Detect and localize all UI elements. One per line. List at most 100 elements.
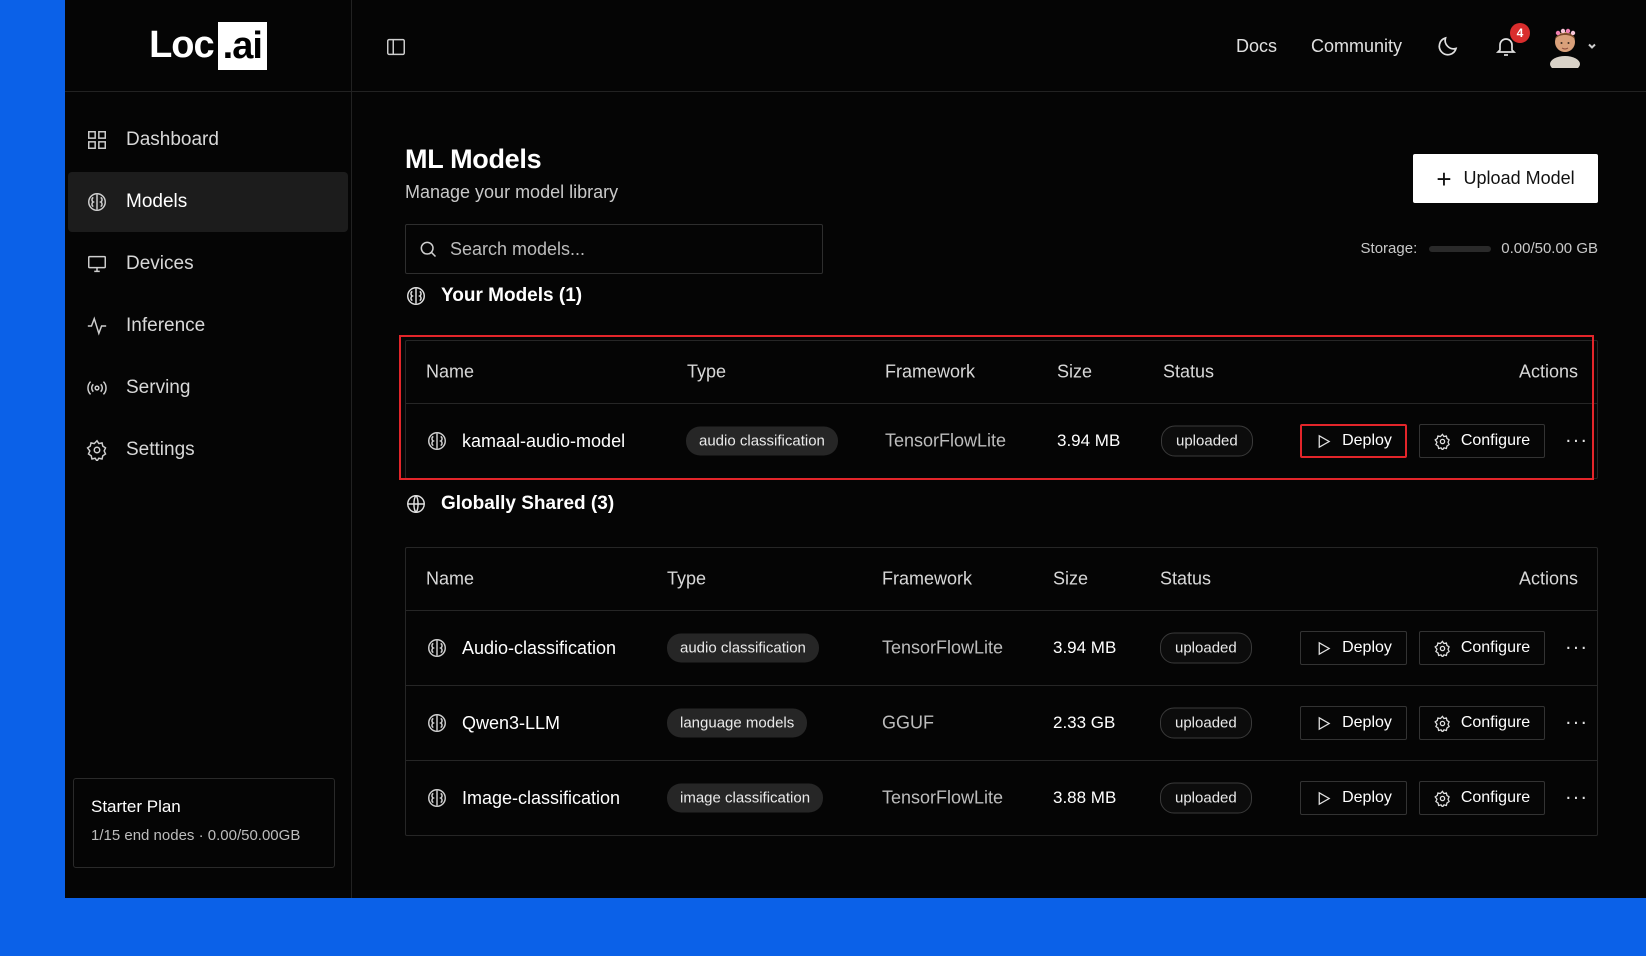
model-name[interactable]: Audio-classification xyxy=(462,638,616,659)
topbar-actions: Docs Community 4 xyxy=(1202,22,1598,70)
broadcast-icon xyxy=(87,381,107,395)
storage-bar xyxy=(1429,245,1492,252)
configure-label: Configure xyxy=(1460,789,1531,806)
model-name[interactable]: Image-classification xyxy=(462,788,620,809)
more-options-icon[interactable]: ··· xyxy=(1565,712,1588,735)
deploy-label: Deploy xyxy=(1342,714,1392,731)
brain-icon xyxy=(428,714,446,732)
plus-icon: + xyxy=(1436,163,1452,194)
activity-icon xyxy=(87,316,107,336)
search-box[interactable] xyxy=(405,224,823,274)
globally-shared-table: Name Type Framework Size Status Actions … xyxy=(405,547,1598,836)
gear-icon xyxy=(1434,432,1450,450)
logo[interactable]: Loc .ai xyxy=(149,21,267,70)
gear-icon xyxy=(86,439,107,461)
column-header-name: Name xyxy=(426,568,475,589)
deploy-button[interactable]: Deploy xyxy=(1300,706,1407,740)
search-input[interactable] xyxy=(450,238,810,260)
table-row[interactable]: Qwen3-LLM language models GGUF 2.33 GB u… xyxy=(406,685,1597,760)
sidebar-item-serving[interactable]: Serving xyxy=(68,358,348,418)
app-window: Loc .ai Dashboard Models Devices Inferen… xyxy=(65,0,1646,898)
model-name-cell: Image-classification xyxy=(426,787,620,809)
storage-label: Storage: xyxy=(1360,240,1418,257)
brain-icon xyxy=(428,789,446,807)
deploy-button[interactable]: Deploy xyxy=(1300,424,1407,458)
configure-button[interactable]: Configure xyxy=(1419,781,1545,815)
more-options-icon[interactable]: ··· xyxy=(1565,430,1588,453)
your-models-title: Your Models (1) xyxy=(441,285,583,306)
sidebar-toggle-button[interactable] xyxy=(385,36,407,58)
sidebar-item-devices[interactable]: Devices xyxy=(68,234,348,294)
column-header-actions: Actions xyxy=(1518,361,1578,382)
gear-icon xyxy=(1434,639,1450,657)
table-row[interactable]: Image-classification image classificatio… xyxy=(406,760,1597,835)
sidebar-item-label: Dashboard xyxy=(126,129,219,150)
configure-button[interactable]: Configure xyxy=(1419,631,1545,665)
sidebar-item-dashboard[interactable]: Dashboard xyxy=(68,110,348,170)
gear-icon xyxy=(1434,714,1450,732)
your-models-table: Name Type Framework Size Status Actions … xyxy=(405,340,1598,479)
upload-model-button[interactable]: + Upload Model xyxy=(1413,154,1598,203)
more-options-icon[interactable]: ··· xyxy=(1565,637,1588,660)
configure-button[interactable]: Configure xyxy=(1419,424,1545,458)
column-header-framework: Framework xyxy=(882,568,973,589)
configure-button[interactable]: Configure xyxy=(1419,706,1545,740)
model-name[interactable]: Qwen3-LLM xyxy=(462,713,560,734)
model-framework: TensorFlowLite xyxy=(882,637,1004,658)
model-type-pill: audio classification xyxy=(667,633,819,663)
column-header-size: Size xyxy=(1053,568,1089,589)
gear-icon xyxy=(1434,789,1450,807)
storage-value: 0.00/50.00 GB xyxy=(1501,240,1598,257)
sidebar-item-label: Settings xyxy=(126,439,195,460)
sidebar-item-label: Devices xyxy=(126,253,194,274)
table-header-row: Name Type Framework Size Status Actions xyxy=(406,548,1597,610)
table-row[interactable]: Audio-classification audio classificatio… xyxy=(406,610,1597,685)
column-header-name: Name xyxy=(426,361,475,382)
status-badge: uploaded xyxy=(1160,782,1252,814)
brain-icon xyxy=(407,287,425,305)
model-framework: TensorFlowLite xyxy=(885,430,1007,451)
model-framework: GGUF xyxy=(882,712,934,733)
brain-icon xyxy=(428,432,446,450)
user-menu-button[interactable] xyxy=(1548,24,1598,68)
page-title: ML Models xyxy=(405,144,542,174)
grid-icon xyxy=(88,131,106,149)
sidebar-item-label: Serving xyxy=(126,377,191,398)
globally-shared-title: Globally Shared (3) xyxy=(441,493,615,514)
moon-icon xyxy=(1438,36,1458,56)
column-header-framework: Framework xyxy=(885,361,976,382)
sidebar-item-inference[interactable]: Inference xyxy=(68,296,348,356)
deploy-button[interactable]: Deploy xyxy=(1300,781,1407,815)
main-area: Docs Community 4 ML Models Manage your m… xyxy=(352,0,1646,898)
deploy-label: Deploy xyxy=(1342,432,1392,449)
sidebar-item-settings[interactable]: Settings xyxy=(68,420,348,480)
docs-link[interactable]: Docs xyxy=(1236,36,1277,57)
configure-label: Configure xyxy=(1460,639,1531,656)
sidebar-item-models[interactable]: Models xyxy=(68,172,348,232)
sidebar-nav: Dashboard Models Devices Inference Servi… xyxy=(65,92,351,480)
sidebar-item-label: Models xyxy=(126,191,188,212)
logo-text: Loc xyxy=(149,24,215,66)
logo-box: .ai xyxy=(217,21,267,70)
model-name-cell: Qwen3-LLM xyxy=(426,712,560,734)
configure-label: Configure xyxy=(1460,432,1531,449)
model-name-cell: kamaal-audio-model xyxy=(426,430,625,452)
model-name[interactable]: kamaal-audio-model xyxy=(462,431,625,452)
topbar: Docs Community 4 xyxy=(352,0,1646,92)
more-options-icon[interactable]: ··· xyxy=(1565,787,1588,810)
panel-left-icon xyxy=(387,38,405,56)
sidebar: Loc .ai Dashboard Models Devices Inferen… xyxy=(65,0,352,898)
table-row[interactable]: kamaal-audio-model audio classification … xyxy=(406,403,1597,478)
globe-icon xyxy=(407,495,425,513)
logo-area: Loc .ai xyxy=(65,0,351,92)
deploy-button[interactable]: Deploy xyxy=(1300,631,1407,665)
notifications-button[interactable]: 4 xyxy=(1494,23,1530,58)
community-link[interactable]: Community xyxy=(1311,36,1402,57)
theme-toggle-button[interactable] xyxy=(1436,34,1460,58)
status-badge: uploaded xyxy=(1160,707,1252,739)
plan-card[interactable]: Starter Plan 1/15 end nodes · 0.00/50.00… xyxy=(73,778,335,868)
model-size: 3.94 MB xyxy=(1057,431,1121,450)
model-size: 3.88 MB xyxy=(1053,788,1117,807)
your-models-heading: Your Models (1) xyxy=(405,285,582,307)
model-type-pill: language models xyxy=(667,708,808,738)
